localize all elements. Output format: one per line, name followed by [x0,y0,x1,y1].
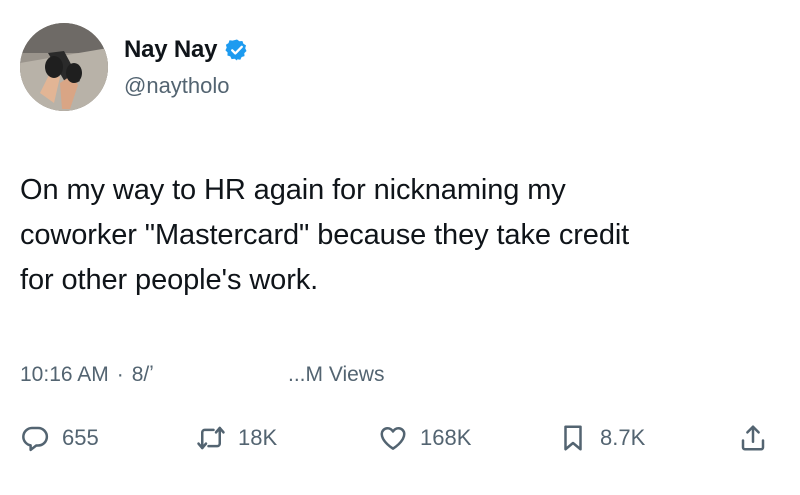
tweet-text-line: On my way to HR again for nicknaming my [20,174,566,206]
tweet-text-line: for other people's work. [20,264,319,296]
bookmark-icon [564,425,582,451]
avatar[interactable] [20,23,108,111]
reply-button[interactable]: 655 [20,418,99,458]
tweet-timestamp[interactable]: 10:16 AM · 8/ʼ [20,363,154,387]
reply-icon [22,426,49,452]
heart-icon [380,427,406,450]
like-button[interactable]: 168K [378,418,471,458]
action-bar: 655 18K 168K 8.7K [0,418,800,458]
share-button[interactable] [738,418,768,458]
views-count[interactable]: ...M Views [288,363,384,387]
share-icon [741,425,765,451]
reply-count: 655 [62,425,99,450]
bookmark-count: 8.7K [600,425,646,450]
like-count: 168K [420,425,472,450]
author-name-row[interactable]: Nay Nay [124,36,249,64]
tweet-text: On my way to HR again for nicknaming my … [20,168,780,303]
retweet-button[interactable]: 18K [196,418,277,458]
bookmark-button[interactable]: 8.7K [558,418,645,458]
tweet-text-line: coworker "Mastercard" because they take … [20,219,630,251]
meta-separator: · [116,363,124,386]
tweet-date[interactable]: 8/ʼ [132,363,154,387]
tweet-time[interactable]: 10:16 AM [20,363,109,387]
verified-badge-icon[interactable] [225,38,249,62]
retweet-icon [197,426,225,450]
display-name[interactable]: Nay Nay [124,36,218,64]
handle[interactable]: @naytholo [124,73,230,99]
retweet-count: 18K [238,425,278,450]
